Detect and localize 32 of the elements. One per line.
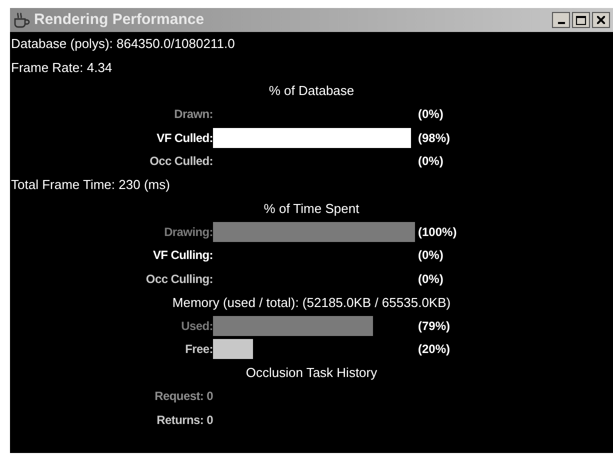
percent-text: (0%) (418, 106, 444, 124)
row-label: VF Culling: (152, 247, 213, 264)
minimize-button[interactable] (552, 12, 570, 28)
section-heading: Occlusion Task History (246, 364, 378, 382)
row-label: Drawn: (173, 106, 213, 124)
stat-text: Database (polys): 864350.0/1080211.0 (11, 35, 235, 53)
row-label: VF Culled: (156, 130, 213, 147)
percent-text: (0%) (418, 270, 444, 288)
percent-text: (0%) (418, 247, 444, 264)
coffee-cup-icon (12, 11, 30, 29)
section-heading: Memory (used / total): (52185.0KB / 65535.0KB) (172, 294, 451, 312)
percent-text: (79%) (418, 318, 450, 335)
stat-text: Total Frame Time: 230 (ms) (11, 176, 170, 194)
row-label: Drawing: (163, 224, 213, 241)
window-title: Rendering Performance (34, 10, 204, 30)
percent-text: (100%) (418, 224, 457, 241)
row-label: Occ Culled: (148, 153, 213, 170)
stat-text: Frame Rate: 4.34 (11, 58, 112, 76)
row-label: Request: 0 (154, 388, 213, 406)
percent-text: (0%) (418, 153, 444, 170)
bar (213, 339, 254, 360)
percent-text: (20%) (418, 341, 450, 358)
percent-text: (98%) (418, 130, 450, 147)
row-label: Occ Culling: (144, 270, 213, 288)
maximize-button[interactable] (572, 12, 590, 28)
section-heading: % of Time Spent (264, 200, 360, 218)
close-button[interactable] (592, 12, 610, 28)
row-label: Used: (180, 318, 213, 335)
row-label: Free: (184, 341, 213, 358)
row-label: Returns: 0 (156, 412, 213, 429)
section-heading: % of Database (268, 82, 354, 100)
close-icon (597, 16, 605, 24)
